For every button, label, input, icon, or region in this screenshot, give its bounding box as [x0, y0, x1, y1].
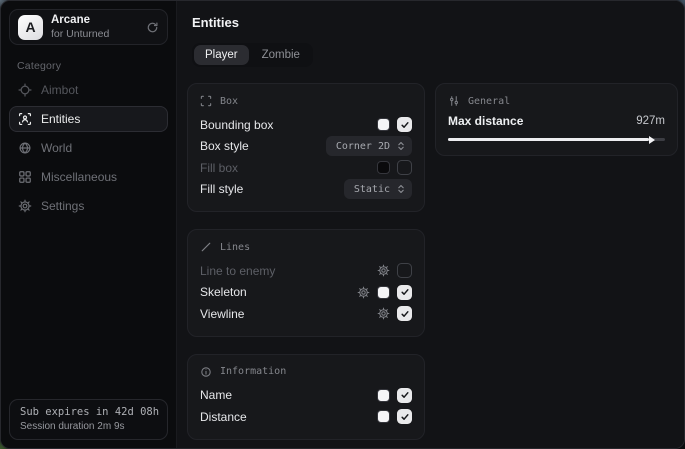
- sidebar-item-label: World: [41, 141, 72, 155]
- color-swatch[interactable]: [377, 118, 390, 131]
- information-card-title: Information: [220, 366, 286, 377]
- distance-checkbox[interactable]: [397, 409, 412, 424]
- fill-style-row: Fill style Static: [200, 179, 412, 201]
- fill-box-label: Fill box: [200, 161, 238, 175]
- crosshair-icon: [18, 83, 32, 97]
- sidebar-item-label: Miscellaneous: [41, 170, 117, 184]
- color-swatch[interactable]: [377, 286, 390, 299]
- skeleton-row: Skeleton: [200, 282, 412, 304]
- sidebar-item-label: Entities: [41, 112, 80, 126]
- fill-box-checkbox[interactable]: [397, 160, 412, 175]
- info-icon: [200, 366, 212, 378]
- line-to-enemy-row: Line to enemy: [200, 260, 412, 282]
- globe-icon: [18, 141, 32, 155]
- row-settings-gear-icon[interactable]: [357, 286, 370, 299]
- app-window: A Arcane for Unturned Category: [0, 0, 685, 449]
- row-settings-gear-icon[interactable]: [377, 307, 390, 320]
- box-card-title: Box: [220, 96, 238, 107]
- skeleton-checkbox[interactable]: [397, 285, 412, 300]
- color-swatch[interactable]: [377, 410, 390, 423]
- grid-icon: [18, 170, 32, 184]
- gear-icon: [18, 199, 32, 213]
- sidebar-item-settings[interactable]: Settings: [9, 193, 168, 219]
- bounding-box-label: Bounding box: [200, 118, 273, 132]
- slider-thumb[interactable]: [649, 136, 655, 144]
- bounding-box-row: Bounding box: [200, 114, 412, 136]
- sidebar-nav: Aimbot Entities: [9, 77, 168, 219]
- fill-box-row: Fill box: [200, 157, 412, 179]
- sidebar-item-miscellaneous[interactable]: Miscellaneous: [9, 164, 168, 190]
- max-distance-slider[interactable]: [448, 138, 665, 141]
- main-panel: Entities Player Zombie Box: [177, 1, 684, 448]
- unfold-icon: [396, 184, 406, 194]
- session-duration: Session duration 2m 9s: [20, 421, 157, 432]
- max-distance-label: Max distance: [448, 114, 523, 128]
- general-card-title: General: [468, 96, 510, 107]
- skeleton-label: Skeleton: [200, 285, 247, 299]
- color-swatch[interactable]: [377, 389, 390, 402]
- fill-style-label: Fill style: [200, 182, 243, 196]
- box-style-dropdown[interactable]: Corner 2D: [326, 136, 412, 156]
- sidebar-item-aimbot[interactable]: Aimbot: [9, 77, 168, 103]
- app-title: Arcane: [51, 14, 109, 27]
- app-logo: A: [18, 15, 43, 40]
- name-row: Name: [200, 385, 412, 407]
- general-card: General Max distance 927m: [435, 83, 678, 156]
- distance-label: Distance: [200, 410, 247, 424]
- bounding-box-checkbox[interactable]: [397, 117, 412, 132]
- sidebar: A Arcane for Unturned Category: [1, 1, 177, 448]
- fill-style-value: Static: [354, 184, 390, 195]
- app-subtitle: for Unturned: [51, 28, 109, 40]
- viewline-row: Viewline: [200, 303, 412, 325]
- viewline-label: Viewline: [200, 307, 244, 321]
- frame-icon: [200, 95, 212, 107]
- line-icon: [200, 241, 212, 253]
- sidebar-item-label: Aimbot: [41, 83, 78, 97]
- information-card: Information Name Distance: [187, 354, 425, 440]
- person-scan-icon: [18, 112, 32, 126]
- sync-icon[interactable]: [146, 21, 159, 34]
- sidebar-item-entities[interactable]: Entities: [9, 106, 168, 132]
- unfold-icon: [396, 141, 406, 151]
- sliders-icon: [448, 95, 460, 107]
- sidebar-item-label: Settings: [41, 199, 84, 213]
- line-to-enemy-checkbox[interactable]: [397, 263, 412, 278]
- color-swatch[interactable]: [377, 161, 390, 174]
- sidebar-item-world[interactable]: World: [9, 135, 168, 161]
- tab-zombie[interactable]: Zombie: [251, 45, 311, 65]
- box-style-label: Box style: [200, 139, 249, 153]
- subscription-card: Sub expires in 42d 08h Session duration …: [9, 399, 168, 440]
- entity-tabs: Player Zombie: [192, 43, 313, 67]
- box-card: Box Bounding box Box style: [187, 83, 425, 212]
- fill-style-dropdown[interactable]: Static: [344, 179, 412, 199]
- name-checkbox[interactable]: [397, 388, 412, 403]
- category-label: Category: [17, 60, 168, 72]
- distance-row: Distance: [200, 406, 412, 428]
- box-style-value: Corner 2D: [336, 141, 390, 152]
- slider-fill: [448, 138, 649, 141]
- box-style-row: Box style Corner 2D: [200, 136, 412, 158]
- app-logo-card: A Arcane for Unturned: [9, 9, 168, 45]
- page-title: Entities: [192, 15, 678, 30]
- row-settings-gear-icon[interactable]: [377, 264, 390, 277]
- subscription-expiry: Sub expires in 42d 08h: [20, 406, 157, 418]
- tab-player[interactable]: Player: [194, 45, 249, 65]
- name-label: Name: [200, 388, 232, 402]
- viewline-checkbox[interactable]: [397, 306, 412, 321]
- line-to-enemy-label: Line to enemy: [200, 264, 275, 278]
- max-distance-value: 927m: [636, 115, 665, 127]
- lines-card-title: Lines: [220, 242, 250, 253]
- lines-card: Lines Line to enemy: [187, 229, 425, 337]
